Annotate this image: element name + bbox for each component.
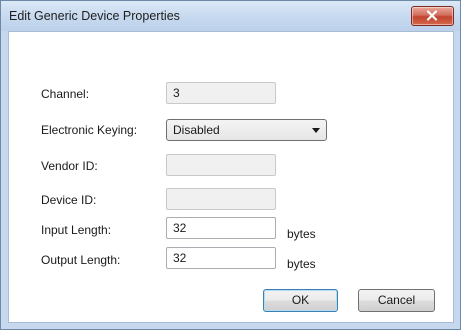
output-length-unit: bytes — [287, 257, 316, 271]
vendor-id-label: Vendor ID: — [41, 159, 98, 173]
chevron-down-icon — [312, 128, 320, 133]
window-title: Edit Generic Device Properties — [9, 9, 180, 23]
cancel-button[interactable]: Cancel — [358, 289, 435, 312]
vendor-id-field — [166, 154, 276, 176]
device-id-field — [166, 188, 276, 210]
output-length-label: Output Length: — [41, 253, 121, 267]
device-id-label: Device ID: — [41, 193, 97, 207]
channel-label: Channel: — [41, 87, 90, 101]
dialog-client-area: Channel: 3 Electronic Keying: Disabled V… — [8, 31, 454, 323]
ok-button[interactable]: OK — [263, 289, 338, 312]
input-length-unit: bytes — [287, 227, 316, 241]
title-bar[interactable]: Edit Generic Device Properties — [1, 1, 460, 31]
close-icon — [426, 10, 438, 21]
electronic-keying-label: Electronic Keying: — [41, 123, 138, 137]
output-length-field[interactable]: 32 — [166, 247, 276, 269]
close-button[interactable] — [411, 6, 454, 26]
dialog-window: Edit Generic Device Properties Channel: … — [0, 0, 461, 330]
channel-field: 3 — [166, 82, 276, 104]
input-length-label: Input Length: — [41, 223, 112, 237]
electronic-keying-select[interactable]: Disabled — [166, 119, 327, 141]
input-length-field[interactable]: 32 — [166, 217, 276, 239]
electronic-keying-value: Disabled — [173, 123, 220, 137]
